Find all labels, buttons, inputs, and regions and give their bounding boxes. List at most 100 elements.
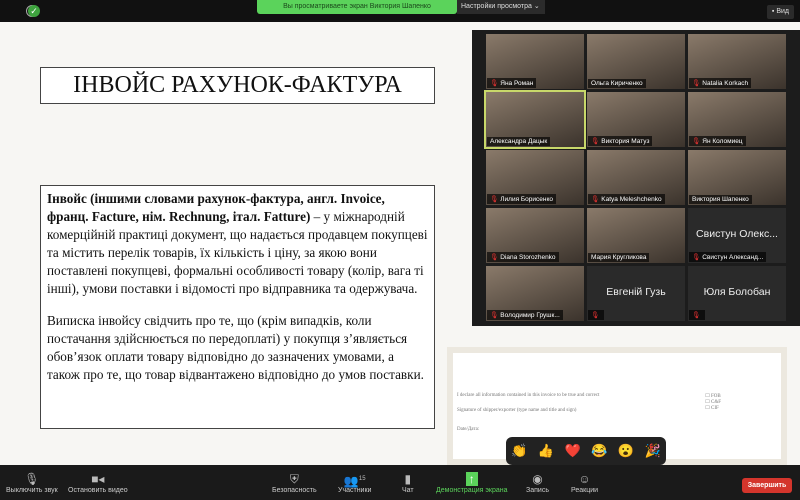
participant-name-tag: Мария Кругликова xyxy=(588,253,650,262)
participant-tile[interactable]: 🎙 Яна Роман xyxy=(486,34,584,89)
video-label: Остановить видео xyxy=(68,487,128,494)
participant-tile[interactable]: Свистун Олекс... 🎙 Свистун Александ... xyxy=(688,208,786,263)
muted-mic-icon: 🎙 xyxy=(490,80,499,87)
end-meeting-button[interactable]: Завершить xyxy=(742,478,792,493)
slide-body: Інвойс (іншими словами рахунок-фактура, … xyxy=(40,185,435,429)
video-camera-icon: ■◂ xyxy=(91,472,105,486)
muted-mic-icon: 🎙 xyxy=(692,254,701,261)
reaction-icon: ☺ xyxy=(578,472,591,486)
participant-name: Ян Коломиец xyxy=(702,138,743,145)
participant-display-name: Евгеній Гузь xyxy=(606,286,666,298)
form-line: I declare all information contained in t… xyxy=(457,393,600,398)
chat-button[interactable]: ▮ Чат xyxy=(402,471,414,494)
participant-name-tag: 🎙 xyxy=(689,310,706,320)
reaction-emoji[interactable]: 😂 xyxy=(591,443,607,459)
share-label: Демонстрация экрана xyxy=(436,487,508,494)
muted-mic-icon: 🎙 xyxy=(490,254,499,261)
participant-tile[interactable]: 🎙 Виктория Матуз xyxy=(587,92,685,147)
share-screen-button[interactable]: ↑ Демонстрация экрана xyxy=(436,471,508,494)
participant-name-tag: Ольга Кириченко xyxy=(588,79,646,88)
participant-tile[interactable]: 🎙 Володимир Грушк... xyxy=(486,266,584,321)
view-label: Вид xyxy=(776,8,789,15)
participant-name: Ольга Кириченко xyxy=(591,80,643,87)
participant-tile[interactable]: Виктория Шапенко xyxy=(688,150,786,205)
paragraph-2: Виписка інвойсу свідчить про те, що (крі… xyxy=(47,313,424,382)
participant-tile[interactable]: 🎙 Diana Storozhenko xyxy=(486,208,584,263)
participant-name-tag: 🎙 Лилия Борисенко xyxy=(487,194,557,204)
participant-tile[interactable]: Ольга Кириченко xyxy=(587,34,685,89)
participant-name: Александра Дацык xyxy=(490,138,548,145)
participant-display-name: Свистун Олекс... xyxy=(696,228,778,240)
record-label: Запись xyxy=(526,487,549,494)
participants-gallery: 🎙 Яна Роман Ольга Кириченко 🎙 Natalia Korkac… xyxy=(472,30,800,326)
mute-label: Выключить звук xyxy=(6,487,58,494)
view-button[interactable]: ▪ Вид xyxy=(766,5,794,19)
participant-name: Яна Роман xyxy=(500,80,534,87)
record-icon: ◉ xyxy=(532,472,543,486)
participant-name-tag: 🎙 Яна Роман xyxy=(487,78,537,88)
participant-name-tag: Александра Дацык xyxy=(487,137,551,146)
participant-tile[interactable]: Евгеній Гузь 🎙 xyxy=(587,266,685,321)
meeting-toolbar: 🎙 Выключить звук ■◂ Остановить видео ⛨ Безо… xyxy=(0,465,800,500)
reaction-emoji[interactable]: 👏 xyxy=(511,443,527,459)
participant-tile[interactable]: 🎙 Лилия Борисенко xyxy=(486,150,584,205)
participant-tile[interactable]: Юля Болобан 🎙 xyxy=(688,266,786,321)
muted-mic-icon: 🎙 xyxy=(591,138,600,145)
reaction-emoji[interactable]: 🎉 xyxy=(645,443,661,459)
muted-mic-icon: 🎙 xyxy=(692,312,701,319)
muted-mic-icon: 🎙 xyxy=(490,312,499,319)
participant-name: Володимир Грушк... xyxy=(500,312,560,319)
participants-button[interactable]: 👥15 Участники xyxy=(338,471,371,494)
participant-name-tag: 🎙 Diana Storozhenko xyxy=(487,252,559,262)
participant-name-tag: 🎙 xyxy=(588,310,605,320)
form-terms: ☐ FOB ☐ C&F ☐ CIF xyxy=(705,394,721,411)
participant-name: Свистун Александ... xyxy=(702,254,764,261)
participants-count: 15 xyxy=(358,476,366,482)
participants-icon: 👥15 xyxy=(343,474,366,488)
security-label: Безопасность xyxy=(272,487,317,494)
participant-name-tag: 🎙 Виктория Матуз xyxy=(588,136,653,146)
share-screen-icon: ↑ xyxy=(436,471,508,487)
muted-mic-icon: 🎙 xyxy=(490,196,499,203)
muted-mic-icon: 🎙 xyxy=(692,138,701,145)
slide-title: ІНВОЙС РАХУНОК-ФАКТУРА xyxy=(40,67,435,104)
top-bar: i ✓ Вы просматриваете экран Виктория Шап… xyxy=(0,0,800,22)
term: CIF xyxy=(710,406,719,411)
participant-display-name: Юля Болобан xyxy=(703,286,771,298)
view-options-button[interactable]: Настройки просмотра ⌄ xyxy=(457,0,545,14)
participant-name-tag: 🎙 Володимир Грушк... xyxy=(487,310,563,320)
participant-name-tag: 🎙 Ян Коломиец xyxy=(689,136,746,146)
paragraph-1: Інвойс (іншими словами рахунок-фактура, … xyxy=(47,190,428,298)
microphone-icon: 🎙 xyxy=(24,472,40,486)
shield-icon: ⛨ xyxy=(289,472,299,486)
participant-name: Мария Кругликова xyxy=(591,254,647,261)
reaction-emoji[interactable]: 😮 xyxy=(618,443,634,459)
participant-name: Виктория Шапенко xyxy=(692,196,749,203)
participant-tile[interactable]: 🎙 Ян Коломиец xyxy=(688,92,786,147)
reaction-emoji[interactable]: ❤️ xyxy=(565,443,581,459)
participant-name-tag: 🎙 Katya Meleshchenko xyxy=(588,194,665,204)
screen-share-banner: Вы просматриваете экран Виктория Шапенко xyxy=(257,0,457,14)
participant-tile[interactable]: 🎙 Katya Meleshchenko xyxy=(587,150,685,205)
participant-name-tag: 🎙 Natalia Korkach xyxy=(689,78,752,88)
participant-tile[interactable]: 🎙 Natalia Korkach xyxy=(688,34,786,89)
muted-mic-icon: 🎙 xyxy=(591,196,600,203)
participant-name-tag: 🎙 Свистун Александ... xyxy=(689,252,767,262)
stop-video-button[interactable]: ■◂ Остановить видео xyxy=(68,471,128,494)
participants-label: Участники xyxy=(338,487,372,494)
record-button[interactable]: ◉ Запись xyxy=(526,471,549,494)
chat-icon: ▮ xyxy=(404,472,412,486)
participant-name: Diana Storozhenko xyxy=(500,254,556,261)
security-button[interactable]: ⛨ Безопасность xyxy=(272,471,317,494)
encryption-shield-icon[interactable]: ✓ xyxy=(28,5,40,17)
participant-tile[interactable]: Мария Кругликова xyxy=(587,208,685,263)
reactions-button[interactable]: ☺ Реакции xyxy=(571,471,598,494)
participant-name: Виктория Матуз xyxy=(601,138,650,145)
participant-name: Katya Meleshchenko xyxy=(601,196,662,203)
mute-button[interactable]: 🎙 Выключить звук xyxy=(6,471,58,494)
reactions-popup: 👏 👍 ❤️ 😂 😮 🎉 xyxy=(506,437,666,465)
muted-mic-icon: 🎙 xyxy=(692,80,701,87)
participant-tile[interactable]: Александра Дацык xyxy=(484,90,586,149)
muted-mic-icon: 🎙 xyxy=(591,312,600,319)
reaction-emoji[interactable]: 👍 xyxy=(538,443,554,459)
